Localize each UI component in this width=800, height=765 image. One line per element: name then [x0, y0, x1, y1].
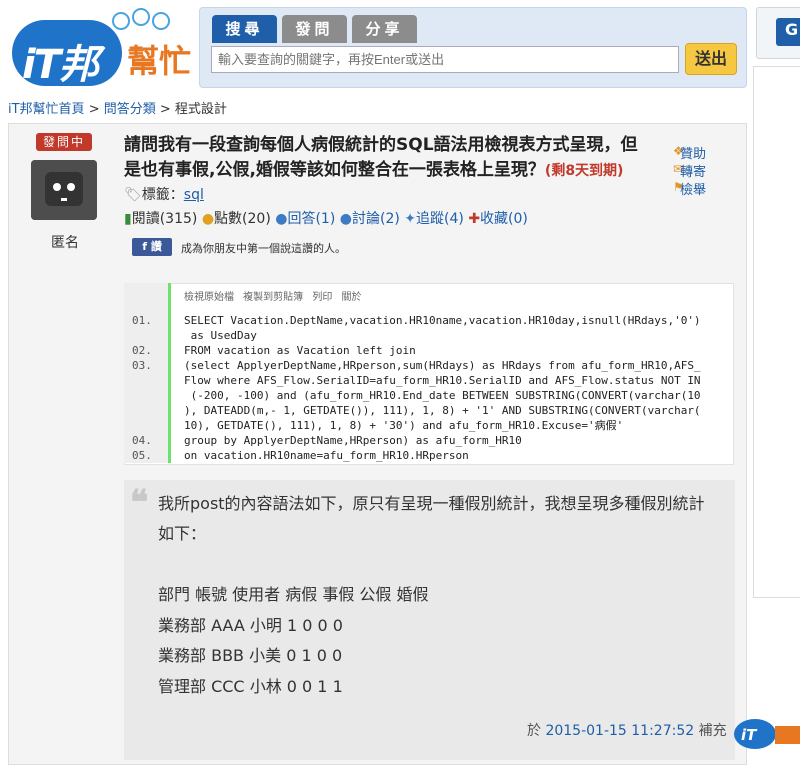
follow-link[interactable]: 追蹤(4)	[416, 211, 464, 227]
quote-table-row: 管理部 CCC 小林 0 0 1 1	[158, 677, 343, 696]
answers-link[interactable]: 回答(1)	[287, 211, 335, 227]
follow-icon: ✦	[404, 211, 417, 227]
question-title: 請問我有一段查詢每個人病假統計的SQL語法用檢視表方式呈現，但是也有事假,公假,…	[124, 133, 644, 184]
quote-table-row: 業務部 AAA 小明 1 0 0 0	[158, 616, 343, 635]
line-number: 05.	[132, 449, 152, 462]
quote-table-header: 部門 帳號 使用者 病假 事假 公假 婚假	[158, 585, 429, 604]
tab-ask[interactable]: 發問	[282, 15, 347, 43]
points-count: 點數(20)	[214, 211, 271, 227]
status-badge: 發問中	[36, 133, 92, 151]
views-icon: ▮	[124, 211, 132, 227]
tags-label: 標籤：	[141, 187, 184, 203]
facebook-icon: f	[142, 240, 151, 253]
tab-search[interactable]: 搜尋	[212, 15, 277, 43]
quote-line: 我所post的內容語法如下，原只有呈現一種假別統計，我想呈現多種假別統計	[158, 494, 705, 513]
search-submit-button[interactable]: 送出	[685, 43, 737, 75]
code-line: (select ApplyerDeptName,HRperson,sum(HRd…	[184, 359, 701, 432]
facebook-like-button[interactable]: f 讚	[132, 238, 172, 256]
code-line: on vacation.HR10name=afu_form_HR10.HRper…	[184, 449, 469, 462]
collect-icon: ✚	[468, 211, 481, 227]
svg-text:iT: iT	[741, 726, 758, 744]
line-number: 02.	[132, 344, 152, 357]
avatar[interactable]	[31, 160, 97, 220]
logo-it-text: iT邦	[22, 42, 99, 88]
line-number: 04.	[132, 434, 152, 447]
deadline-text: (剩8天到期)	[544, 163, 624, 179]
user-button-icon: G	[785, 20, 799, 39]
author-name: 匿名	[51, 235, 79, 251]
code-line: group by ApplyerDeptName,HRperson) as af…	[184, 434, 522, 447]
breadcrumb-category[interactable]: 問答分類	[104, 102, 156, 117]
discuss-icon: ●	[339, 211, 352, 227]
code-line: SELECT Vacation.DeptName,vacation.HR10na…	[184, 314, 701, 342]
facebook-like-label: 讚	[150, 240, 162, 253]
tag-link[interactable]: sql	[184, 187, 204, 203]
tag-icon: 🏷	[124, 187, 142, 203]
quote-table-row: 業務部 BBB 小美 0 1 0 0	[158, 646, 343, 665]
floating-logo[interactable]: iT	[733, 716, 800, 752]
points-icon: ●	[201, 211, 215, 227]
breadcrumb: iT邦幫忙首頁 > 問答分類 > 程式設計	[8, 98, 227, 117]
tags-row: 🏷標籤：sql	[124, 184, 204, 204]
timestamp-prefix: 於	[527, 723, 546, 739]
quote-icon: ❝	[130, 483, 149, 523]
facebook-like-text: 成為你朋友中第一個說這讚的人。	[181, 242, 346, 255]
timestamp-value: 2015-01-15 11:27:52	[545, 723, 695, 739]
line-number: 01.	[132, 314, 152, 327]
breadcrumb-separator: >	[155, 102, 175, 117]
code-line: FROM vacation as Vacation left join	[184, 344, 416, 357]
line-number: 03.	[132, 359, 152, 372]
forward-link[interactable]: 轉寄	[680, 161, 706, 180]
sponsor-link[interactable]: 贊助	[680, 143, 706, 162]
logo-person-icon	[112, 12, 130, 30]
collect-link[interactable]: 收藏(0)	[480, 211, 528, 227]
search-input[interactable]	[211, 46, 679, 73]
breadcrumb-home[interactable]: iT邦幫忙首頁	[8, 102, 85, 117]
logo-person-icon	[152, 12, 170, 30]
logo-help-text: 幫忙	[127, 42, 192, 80]
quote-line: 如下：	[158, 524, 207, 543]
right-sidebar	[753, 66, 800, 598]
code-toolbar[interactable]: 檢視原始檔 複製到剪貼簿 列印 關於	[184, 288, 362, 303]
answers-icon: ●	[275, 211, 288, 227]
breadcrumb-separator: >	[84, 102, 104, 117]
stats-row: ▮閱讀(315) ●點數(20) ●回答(1) ●討論(2) ✦追蹤(4) ✚收…	[124, 208, 528, 228]
views-count: 閱讀(315)	[131, 211, 198, 227]
discuss-link[interactable]: 討論(2)	[352, 211, 400, 227]
breadcrumb-current: 程式設計	[174, 102, 227, 117]
report-link[interactable]: 檢舉	[680, 179, 706, 198]
tab-share[interactable]: 分享	[352, 15, 417, 43]
supplement-timestamp: 於 2015-01-15 11:27:52 補充	[527, 720, 727, 740]
timestamp-suffix: 補充	[694, 723, 727, 739]
logo-person-icon	[132, 8, 150, 26]
